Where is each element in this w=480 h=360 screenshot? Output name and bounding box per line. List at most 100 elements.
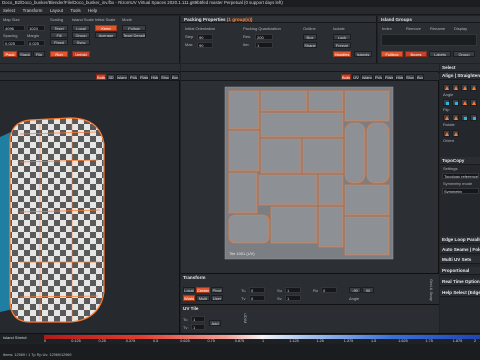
hide-3d-button[interactable]: Hide [150, 74, 159, 80]
uv-layout[interactable] [181, 83, 439, 273]
rotate-ccw-icon[interactable] [443, 114, 450, 121]
sv-field[interactable]: 1 [285, 295, 301, 301]
stack-button[interactable]: Stack [18, 51, 32, 57]
local-transform-button[interactable]: Local [183, 287, 195, 293]
orient-world-icon[interactable] [443, 130, 450, 137]
group-display-button[interactable]: Group [453, 51, 475, 57]
orient-v-icon[interactable] [470, 114, 477, 121]
handles-button[interactable]: Handles [333, 51, 351, 57]
user-button[interactable]: User [211, 295, 223, 301]
checker-mesh[interactable] [0, 82, 180, 332]
align-center-icon[interactable] [452, 84, 459, 91]
both-uv-button[interactable]: Both [341, 74, 351, 80]
average-button[interactable]: Average [95, 32, 117, 38]
edge-loop-section[interactable]: Edge Loop Parallelize [440, 236, 480, 244]
run-button[interactable]: Run [50, 51, 68, 57]
unfold-button[interactable]: Unfold [72, 51, 90, 57]
map-size-field-2[interactable]: 1024 [27, 25, 45, 31]
local-button[interactable]: Local [72, 25, 90, 31]
islands-3d-button[interactable]: Islands [116, 74, 128, 80]
islands-button[interactable]: Islands [354, 51, 372, 57]
ro-field[interactable]: 0 [321, 287, 337, 293]
fixed-button[interactable]: Fixed [50, 39, 68, 45]
topology-reference-field[interactable]: Topology reference [442, 173, 479, 179]
proportional-section[interactable]: Proportional [440, 267, 480, 275]
margin-field[interactable]: 0.025 [27, 40, 45, 46]
keep-button[interactable]: Keep [95, 25, 117, 31]
freeze-button[interactable]: Freeze [333, 42, 351, 48]
uv-tile-tv-field[interactable]: 1 [191, 324, 205, 330]
orient-u-icon[interactable] [461, 114, 468, 121]
real-time-options-section[interactable]: Real Time Options [440, 278, 480, 286]
menu-select[interactable]: Select [0, 7, 18, 13]
flats-3d-button[interactable]: Flats [139, 74, 149, 80]
tv-field[interactable]: 0 [249, 295, 265, 301]
island-groups-list[interactable] [381, 34, 477, 46]
menu-help[interactable]: Help [85, 7, 100, 13]
shape-button[interactable]: Shape [303, 42, 317, 48]
symmetry-mode-select[interactable]: Symmetry [442, 188, 479, 194]
flip-button[interactable]: Flip [33, 51, 45, 57]
pack-button[interactable]: Pack [3, 51, 17, 57]
iter-field[interactable]: 1 [255, 42, 273, 48]
select-section[interactable]: Select [440, 64, 480, 72]
hide-uv-button[interactable]: Hide [395, 74, 404, 80]
poly-3d-button[interactable]: Poly [129, 74, 138, 80]
both-3d-button[interactable]: Both [96, 74, 106, 80]
align-top-icon[interactable] [470, 84, 477, 91]
sync-button[interactable]: Sync [72, 39, 90, 45]
pivot-button[interactable]: Pivot [211, 287, 223, 293]
res-field[interactable]: 200 [255, 34, 273, 40]
spacing-field[interactable]: 0.025 [3, 40, 25, 46]
uv-tile-add-button[interactable]: Add [209, 320, 221, 326]
max-field[interactable]: 90 [197, 42, 213, 48]
group-button[interactable]: Group [72, 32, 90, 38]
menu-tools[interactable]: Tools [67, 7, 83, 13]
auto-seams-section[interactable]: Auto Seams | Fold [440, 246, 480, 254]
multi-button[interactable]: Multi [196, 295, 210, 301]
viewport-uv[interactable]: Both UV Islands Poly Flats Hide Show Box [181, 64, 439, 273]
menu-transform[interactable]: Transform [20, 7, 46, 13]
flats-uv-button[interactable]: Flats [384, 74, 394, 80]
orient-local-icon[interactable] [452, 130, 459, 137]
viewport-3d[interactable]: Both 3D Islands Poly Flats Hide Show Box [0, 64, 180, 333]
topocopy-section[interactable]: TopoCopy [440, 157, 480, 165]
world-button[interactable]: World [183, 295, 195, 301]
multi-uv-section[interactable]: Multi UV Sets [440, 256, 480, 264]
poly-uv-button[interactable]: Poly [374, 74, 383, 80]
menu-layout[interactable]: Layout [47, 7, 66, 13]
fill-button[interactable]: Fill [50, 32, 68, 38]
rotate-cw-icon[interactable] [452, 114, 459, 121]
map-size-field[interactable]: 4096 [3, 25, 25, 31]
uv-tile-tu-field[interactable]: 1 [191, 316, 205, 322]
texel-button[interactable]: Texel [50, 25, 68, 31]
flip-v-icon[interactable] [470, 99, 477, 106]
box-3d-button[interactable]: Box [171, 74, 179, 80]
fullbox-button[interactable]: Fullbox [381, 51, 403, 57]
flip-u-icon[interactable] [461, 99, 468, 106]
step-field[interactable]: 90 [197, 34, 213, 40]
box-button[interactable]: Box [303, 34, 317, 40]
uv-mode-button[interactable]: UV [352, 74, 360, 80]
align-right-icon[interactable] [461, 84, 468, 91]
rotate-neg-button[interactable]: -90 [349, 287, 361, 293]
distribute-icon[interactable] [452, 99, 459, 106]
show-uv-button[interactable]: Show [405, 74, 415, 80]
straighten-icon[interactable] [443, 99, 450, 106]
lock-button[interactable]: Lock [333, 34, 351, 40]
box-uv-button[interactable]: Box [416, 74, 424, 80]
labels-button[interactable]: Labels [429, 51, 451, 57]
tu-field[interactable]: 0 [249, 287, 265, 293]
rotate-pos-button[interactable]: 90 [362, 287, 374, 293]
show-3d-button[interactable]: Show [160, 74, 170, 80]
align-left-icon[interactable] [443, 84, 450, 91]
su-field[interactable]: 1 [285, 287, 301, 293]
boxes-button[interactable]: Boxes [405, 51, 427, 57]
islands-uv-button[interactable]: Islands [361, 74, 373, 80]
texel-density-button[interactable]: Texel Density [122, 32, 146, 38]
follow-button[interactable]: Follow [122, 25, 146, 31]
3d-mode-button[interactable]: 3D [107, 74, 115, 80]
help-select-section[interactable]: Help Select (Edges) [440, 289, 480, 297]
center-button[interactable]: Center [196, 287, 210, 293]
align-straighten-section[interactable]: Align | Straighten [440, 72, 480, 80]
